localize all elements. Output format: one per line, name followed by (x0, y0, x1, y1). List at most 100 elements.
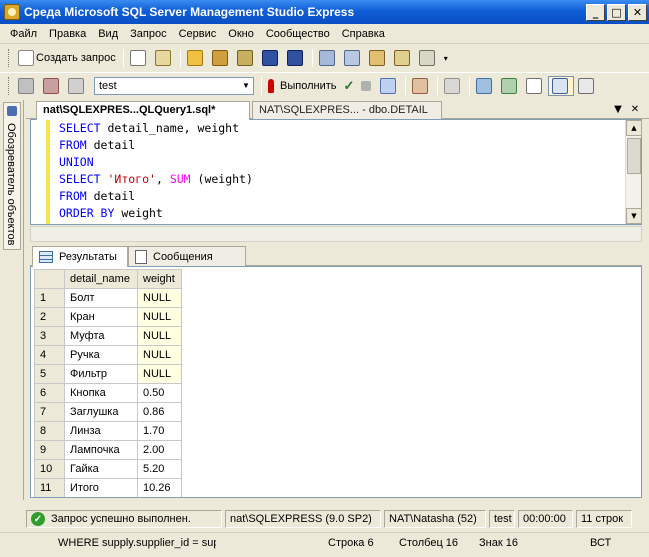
editor-horizontal-scrollbar[interactable] (30, 226, 642, 242)
toolbar-grip[interactable] (8, 49, 11, 67)
weight-cell[interactable]: 0.50 (137, 383, 182, 403)
row-number-cell[interactable]: 4 (34, 345, 65, 365)
tab-results[interactable]: Результаты (32, 246, 128, 267)
weight-cell[interactable]: NULL (137, 326, 182, 346)
menu-view[interactable]: Вид (92, 28, 124, 40)
row-number-cell[interactable]: 9 (34, 440, 65, 460)
client-statistics-button[interactable] (498, 76, 522, 96)
weight-cell[interactable]: NULL (137, 345, 182, 365)
results-to-text-button[interactable] (523, 76, 547, 96)
column-header-detail-name[interactable]: detail_name (64, 269, 138, 289)
detail-name-cell[interactable]: Итого (64, 478, 138, 497)
menu-community[interactable]: Сообщество (260, 28, 336, 40)
menu-file[interactable]: Файл (4, 28, 43, 40)
include-plan-button[interactable] (473, 76, 497, 96)
toolbar-options-button[interactable]: ▾ (441, 48, 451, 68)
new-project-button[interactable] (152, 48, 176, 68)
table-row[interactable]: 9 Лампочка 2.00 (34, 440, 182, 460)
db-query-button[interactable] (209, 48, 233, 68)
row-number-cell[interactable]: 1 (34, 288, 65, 308)
table-row[interactable]: 4 Ручка NULL (34, 345, 182, 365)
table-row[interactable]: 1 Болт NULL (34, 288, 182, 308)
design-query-button[interactable] (409, 76, 433, 96)
row-number-cell[interactable]: 2 (34, 307, 65, 327)
table-row[interactable]: 8 Линза 1.70 (34, 421, 182, 441)
detail-name-cell[interactable]: Фильтр (64, 364, 138, 384)
open-button[interactable] (184, 48, 208, 68)
save-button[interactable] (259, 48, 283, 68)
table-row[interactable]: 5 Фильтр NULL (34, 364, 182, 384)
weight-cell[interactable]: 5.20 (137, 459, 182, 479)
cancel-query-button[interactable] (358, 76, 376, 96)
table-row[interactable]: 2 Кран NULL (34, 307, 182, 327)
tab-dbo-detail[interactable]: NAT\SQLEXPRES... - dbo.DETAIL (252, 101, 442, 119)
change-connection-button[interactable] (65, 76, 89, 96)
detail-name-cell[interactable]: Гайка (64, 459, 138, 479)
maximize-button[interactable]: □ (607, 3, 626, 21)
scroll-down-icon[interactable]: ▼ (626, 208, 642, 224)
registered-servers-button[interactable] (316, 48, 340, 68)
menu-help[interactable]: Справка (336, 28, 391, 40)
results-to-grid-button[interactable] (548, 75, 575, 96)
connect-button[interactable] (15, 76, 39, 96)
weight-cell[interactable]: 1.70 (137, 421, 182, 441)
weight-cell[interactable]: 0.86 (137, 402, 182, 422)
minimize-button[interactable]: _ (586, 3, 605, 21)
detail-name-cell[interactable]: Кнопка (64, 383, 138, 403)
parse-button[interactable]: ✓ (340, 76, 357, 96)
database-select[interactable]: test ▼ (94, 76, 254, 95)
weight-cell[interactable]: NULL (137, 364, 182, 384)
table-row[interactable]: 3 Муфта NULL (34, 326, 182, 346)
table-row[interactable]: 10 Гайка 5.20 (34, 459, 182, 479)
query-options-button[interactable] (441, 76, 465, 96)
results-to-file-button[interactable] (575, 76, 599, 96)
tab-list-icon[interactable]: ▼ (611, 102, 625, 116)
row-number-cell[interactable]: 8 (34, 421, 65, 441)
menu-edit[interactable]: Правка (43, 28, 92, 40)
disconnect-button[interactable] (40, 76, 64, 96)
table-row[interactable]: 6 Кнопка 0.50 (34, 383, 182, 403)
row-number-cell[interactable]: 5 (34, 364, 65, 384)
tab-messages[interactable]: Сообщения (128, 246, 246, 266)
save-all-button[interactable] (284, 48, 308, 68)
code-line[interactable]: FROM detail (59, 137, 253, 154)
estimated-plan-button[interactable] (377, 76, 401, 96)
code-line[interactable]: UNION (59, 154, 253, 171)
row-number-cell[interactable]: 3 (34, 326, 65, 346)
weight-cell[interactable]: 2.00 (137, 440, 182, 460)
toolbar-grip[interactable] (8, 76, 11, 95)
row-number-cell[interactable]: 6 (34, 383, 65, 403)
execute-button[interactable]: Выполнить (265, 76, 339, 96)
weight-cell[interactable]: NULL (137, 288, 182, 308)
menu-query[interactable]: Запрос (124, 28, 172, 40)
corner-cell[interactable] (34, 269, 65, 289)
code-line[interactable]: SELECT 'Итого', SUM (weight) (59, 171, 253, 188)
row-number-cell[interactable]: 10 (34, 459, 65, 479)
table-row[interactable]: 11 Итого 10.26 (34, 478, 182, 497)
new-file-button[interactable] (127, 48, 151, 68)
detail-name-cell[interactable]: Кран (64, 307, 138, 327)
solution-explorer-button[interactable] (391, 48, 415, 68)
row-number-cell[interactable]: 11 (34, 478, 65, 497)
sql-editor[interactable]: SELECT detail_name, weight FROM detail UNI… (30, 119, 642, 225)
analysis-query-button[interactable] (234, 48, 258, 68)
detail-name-cell[interactable]: Линза (64, 421, 138, 441)
row-number-cell[interactable]: 7 (34, 402, 65, 422)
detail-name-cell[interactable]: Болт (64, 288, 138, 308)
detail-name-cell[interactable]: Лампочка (64, 440, 138, 460)
menu-window[interactable]: Окно (222, 28, 260, 40)
editor-vertical-scrollbar[interactable]: ▲ ▼ (625, 120, 642, 224)
results-grid[interactable]: detail_name weight 1 Болт NULL 2 Кран NULL 3 Му… (30, 266, 642, 498)
tab-sqlquery1[interactable]: nat\SQLEXPRES...QLQuery1.sql* (36, 101, 250, 120)
object-explorer-side-tab[interactable]: Обозреватель объектов (3, 102, 21, 250)
detail-name-cell[interactable]: Заглушка (64, 402, 138, 422)
detail-name-cell[interactable]: Ручка (64, 345, 138, 365)
code-line[interactable]: ORDER BY weight (59, 205, 253, 222)
scroll-up-icon[interactable]: ▲ (626, 120, 642, 136)
new-query-button[interactable]: Создать запрос (15, 48, 119, 68)
close-button[interactable]: ✕ (628, 3, 647, 21)
scroll-thumb[interactable] (627, 138, 641, 174)
code-line[interactable]: SELECT detail_name, weight (59, 120, 253, 137)
sql-code[interactable]: SELECT detail_name, weight FROM detail UNI… (59, 120, 253, 222)
table-row[interactable]: 7 Заглушка 0.86 (34, 402, 182, 422)
